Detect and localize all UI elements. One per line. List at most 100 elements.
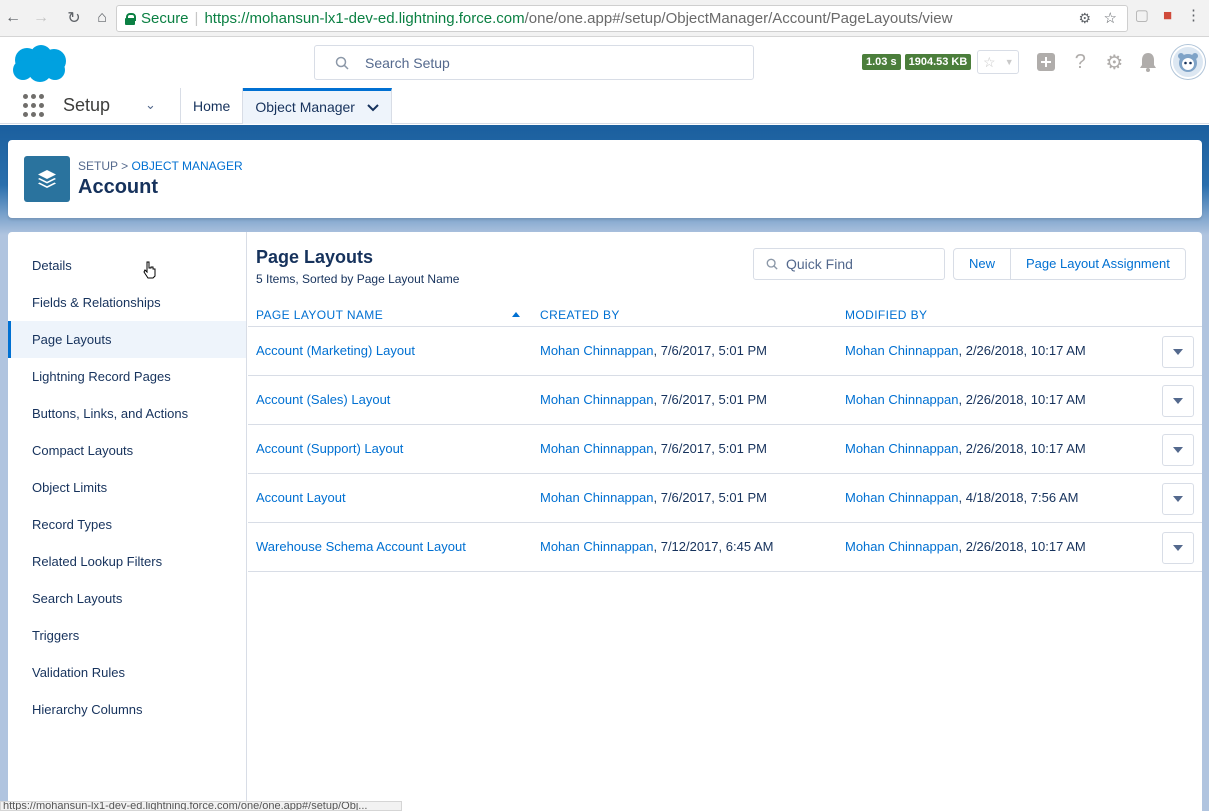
address-bar[interactable]: Secure | https://mohansun-lx1-dev-ed.lig… bbox=[116, 5, 1128, 32]
created-by-user-link[interactable]: Mohan Chinnappan bbox=[540, 392, 653, 407]
layout-name-link[interactable]: Account Layout bbox=[256, 490, 346, 505]
section-subtitle: 5 Items, Sorted by Page Layout Name bbox=[256, 272, 460, 286]
salesforce-logo[interactable] bbox=[10, 43, 68, 83]
extension-icon[interactable]: ⚙ bbox=[1078, 10, 1091, 27]
modified-date: , 2/26/2018, 10:17 AM bbox=[958, 392, 1086, 407]
sidebar-item-object-limits[interactable]: Object Limits bbox=[8, 469, 246, 506]
sidebar-item-details[interactable]: Details bbox=[8, 247, 246, 284]
row-actions-dropdown[interactable] bbox=[1162, 385, 1194, 417]
lock-icon bbox=[125, 13, 136, 25]
tab-home[interactable]: Home bbox=[181, 88, 244, 124]
bookmark-star-icon[interactable]: ☆ bbox=[1104, 9, 1117, 27]
sidebar-item-fields-relationships[interactable]: Fields & Relationships bbox=[8, 284, 246, 321]
global-actions-icon[interactable] bbox=[1029, 52, 1063, 72]
modified-date: , 4/18/2018, 7:56 AM bbox=[958, 490, 1079, 505]
table-row: Warehouse Schema Account Layout Mohan Ch… bbox=[248, 523, 1202, 572]
page-title: Account bbox=[78, 176, 158, 198]
sort-ascending-icon bbox=[512, 312, 520, 317]
tab-object-manager-label: Object Manager bbox=[255, 99, 355, 115]
quick-find-placeholder: Quick Find bbox=[786, 256, 853, 272]
main-panel: Details Fields & Relationships Page Layo… bbox=[8, 232, 1202, 811]
search-placeholder: Search Setup bbox=[365, 54, 450, 71]
sidebar-item-record-types[interactable]: Record Types bbox=[8, 506, 246, 543]
table-row: Account (Support) Layout Mohan Chinnappa… bbox=[248, 425, 1202, 474]
back-icon[interactable]: ← bbox=[1, 6, 25, 30]
modified-by-user-link[interactable]: Mohan Chinnappan bbox=[845, 441, 958, 456]
setup-search-input[interactable]: Search Setup bbox=[314, 45, 754, 80]
chevron-down-icon: ▼ bbox=[1004, 57, 1014, 67]
favorites-button[interactable]: ☆ ▼ bbox=[977, 50, 1020, 74]
extension-square-icon[interactable]: ▢ bbox=[1135, 6, 1149, 24]
breadcrumb-object-manager-link[interactable]: OBJECT MANAGER bbox=[132, 159, 243, 173]
sidebar-item-buttons-links-actions[interactable]: Buttons, Links, and Actions bbox=[8, 395, 246, 432]
status-bar-url: https://mohansun-lx1-dev-ed.lightning.fo… bbox=[0, 801, 402, 811]
url-scheme: https:// bbox=[204, 10, 250, 27]
app-launcher-icon[interactable] bbox=[23, 94, 47, 118]
layers-icon bbox=[24, 156, 70, 202]
created-date: , 7/6/2017, 5:01 PM bbox=[653, 343, 767, 358]
created-date: , 7/6/2017, 5:01 PM bbox=[653, 392, 767, 407]
page-layout-assignment-button[interactable]: Page Layout Assignment bbox=[1010, 249, 1185, 279]
user-avatar[interactable] bbox=[1171, 45, 1206, 79]
sidebar-item-search-layouts[interactable]: Search Layouts bbox=[8, 580, 246, 617]
column-header-page-layout-name[interactable]: PAGE LAYOUT NAME bbox=[256, 308, 383, 322]
table-header: PAGE LAYOUT NAME CREATED BY MODIFIED BY bbox=[248, 302, 1202, 327]
row-actions-dropdown[interactable] bbox=[1162, 532, 1194, 564]
modified-by-user-link[interactable]: Mohan Chinnappan bbox=[845, 539, 958, 554]
new-button[interactable]: New bbox=[954, 249, 1010, 279]
created-by-user-link[interactable]: Mohan Chinnappan bbox=[540, 343, 653, 358]
sidebar-item-triggers[interactable]: Triggers bbox=[8, 617, 246, 654]
modified-date: , 2/26/2018, 10:17 AM bbox=[958, 343, 1086, 358]
row-actions-dropdown[interactable] bbox=[1162, 483, 1194, 515]
reload-icon[interactable]: ↻ bbox=[62, 6, 86, 30]
app-name: Setup bbox=[63, 95, 111, 115]
created-date: , 7/12/2017, 6:45 AM bbox=[653, 539, 774, 554]
sidebar-item-page-layouts[interactable]: Page Layouts bbox=[8, 321, 246, 358]
url-host: mohansun-lx1-dev-ed.lightning.force.com bbox=[249, 10, 525, 27]
section-title: Page Layouts bbox=[256, 247, 374, 267]
page-size-badge: 1904.53 KB bbox=[904, 54, 972, 70]
notifications-bell-icon[interactable] bbox=[1131, 52, 1165, 72]
tab-object-manager[interactable]: Object Manager bbox=[243, 88, 392, 124]
object-sidebar: Details Fields & Relationships Page Layo… bbox=[8, 232, 247, 811]
sidebar-item-validation-rules[interactable]: Validation Rules bbox=[8, 654, 246, 691]
chevron-down-icon[interactable] bbox=[367, 103, 379, 112]
modified-date: , 2/26/2018, 10:17 AM bbox=[958, 539, 1086, 554]
action-button-group: New Page Layout Assignment bbox=[953, 248, 1186, 280]
browser-menu-icon[interactable]: ⋮ bbox=[1186, 6, 1201, 24]
object-header: SETUP > OBJECT MANAGER Account bbox=[8, 140, 1202, 218]
column-header-created-by[interactable]: CREATED BY bbox=[540, 308, 620, 322]
sidebar-item-related-lookup-filters[interactable]: Related Lookup Filters bbox=[8, 543, 246, 580]
quick-find-input[interactable]: Quick Find bbox=[753, 248, 945, 280]
hand-cursor-icon bbox=[143, 261, 156, 279]
row-actions-dropdown[interactable] bbox=[1162, 434, 1194, 466]
gear-icon[interactable]: ⚙ bbox=[1097, 50, 1131, 75]
layout-name-link[interactable]: Warehouse Schema Account Layout bbox=[256, 539, 466, 554]
modified-by-user-link[interactable]: Mohan Chinnappan bbox=[845, 392, 958, 407]
star-icon: ☆ bbox=[982, 53, 996, 70]
layout-name-link[interactable]: Account (Support) Layout bbox=[256, 441, 403, 456]
sidebar-item-lightning-record-pages[interactable]: Lightning Record Pages bbox=[8, 358, 246, 395]
layout-name-link[interactable]: Account (Marketing) Layout bbox=[256, 343, 415, 358]
breadcrumb-separator: > bbox=[121, 159, 129, 173]
created-by-user-link[interactable]: Mohan Chinnappan bbox=[540, 441, 653, 456]
app-menu-chevron-icon[interactable]: ⌄ bbox=[145, 88, 181, 124]
created-date: , 7/6/2017, 5:01 PM bbox=[653, 490, 767, 505]
url-separator: | bbox=[194, 10, 199, 27]
created-by-user-link[interactable]: Mohan Chinnappan bbox=[540, 539, 653, 554]
modified-by-user-link[interactable]: Mohan Chinnappan bbox=[845, 490, 958, 505]
row-actions-dropdown[interactable] bbox=[1162, 336, 1194, 368]
sidebar-item-compact-layouts[interactable]: Compact Layouts bbox=[8, 432, 246, 469]
forward-icon[interactable]: → bbox=[29, 6, 53, 30]
load-time-badge: 1.03 s bbox=[862, 54, 901, 70]
home-icon[interactable]: ⌂ bbox=[90, 6, 114, 30]
table-row: Account Layout Mohan Chinnappan, 7/6/201… bbox=[248, 474, 1202, 523]
column-header-modified-by[interactable]: MODIFIED BY bbox=[845, 308, 927, 322]
url-path: /one/one.app#/setup/ObjectManager/Accoun… bbox=[524, 10, 953, 27]
sidebar-item-hierarchy-columns[interactable]: Hierarchy Columns bbox=[8, 691, 246, 728]
layout-name-link[interactable]: Account (Sales) Layout bbox=[256, 392, 390, 407]
extension-book-icon[interactable]: ■ bbox=[1163, 7, 1172, 24]
help-icon[interactable]: ? bbox=[1063, 51, 1097, 74]
created-by-user-link[interactable]: Mohan Chinnappan bbox=[540, 490, 653, 505]
modified-by-user-link[interactable]: Mohan Chinnappan bbox=[845, 343, 958, 358]
